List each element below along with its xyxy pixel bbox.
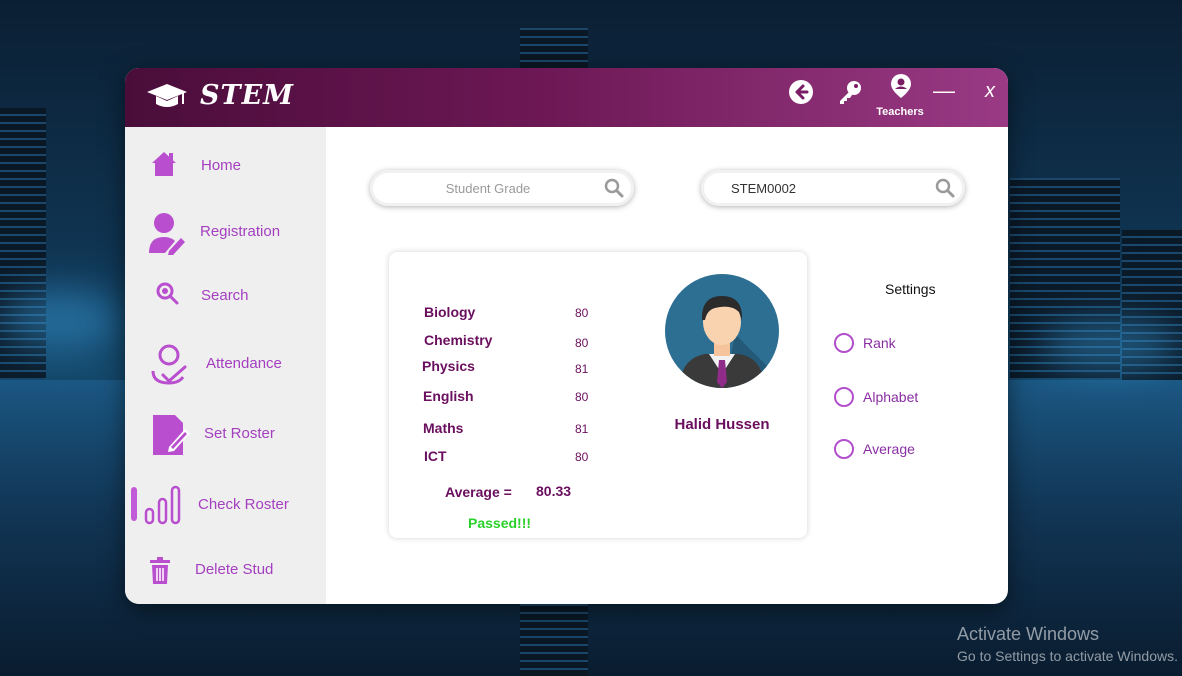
subject-name: Biology xyxy=(424,304,476,320)
trash-icon xyxy=(150,557,170,584)
watermark-subtitle: Go to Settings to activate Windows. xyxy=(957,648,1178,664)
student-grades-card: Biology 80 Chemistry 80 Physics 81 Engli… xyxy=(389,252,807,538)
user-role-label: Teachers xyxy=(876,106,924,118)
edit-document-icon xyxy=(153,415,190,455)
subject-score: 81 xyxy=(575,362,589,376)
sidebar-item-registration[interactable]: Registration xyxy=(125,209,326,265)
average-value: 80.33 xyxy=(536,483,572,499)
grade-search-box xyxy=(370,170,634,206)
app-window: STEM Teachers — x Home Registration Sear… xyxy=(125,68,1008,604)
close-button[interactable]: x xyxy=(980,80,1000,103)
sidebar-item-search[interactable]: Search xyxy=(125,277,326,333)
sidebar-item-set-roster[interactable]: Set Roster xyxy=(125,411,326,467)
user-pin-icon[interactable] xyxy=(887,72,915,100)
active-indicator xyxy=(131,487,137,521)
sidebar-item-label: Home xyxy=(201,157,242,174)
background-light xyxy=(1040,320,1180,370)
subject-name: English xyxy=(423,388,474,404)
grade-search-input[interactable] xyxy=(390,176,586,200)
subject-score: 80 xyxy=(575,306,589,320)
title-bar: STEM Teachers — x xyxy=(125,68,1008,127)
key-icon[interactable] xyxy=(836,78,864,106)
radio-label: Rank xyxy=(863,335,896,351)
sidebar: Home Registration Search Attendance Set … xyxy=(125,127,326,604)
subject-name: ICT xyxy=(424,448,447,464)
watermark-title: Activate Windows xyxy=(957,624,1100,644)
sidebar-item-label: Registration xyxy=(200,223,281,240)
graduation-cap-icon xyxy=(147,84,187,107)
user-edit-icon xyxy=(149,213,185,255)
settings-title: Settings xyxy=(885,281,936,297)
subject-name: Physics xyxy=(422,358,475,374)
back-arrow-icon[interactable] xyxy=(787,78,815,106)
radio-label: Average xyxy=(863,441,915,457)
subject-name: Maths xyxy=(423,420,464,436)
sidebar-item-home[interactable]: Home xyxy=(125,147,326,203)
search-icon[interactable] xyxy=(935,178,955,198)
search-icon[interactable] xyxy=(604,178,624,198)
sidebar-item-label: Delete Stud xyxy=(195,561,274,578)
radio-label: Alphabet xyxy=(863,389,919,405)
student-id-input[interactable] xyxy=(731,176,931,200)
attendance-icon xyxy=(151,344,187,385)
bar-chart-icon xyxy=(144,485,181,525)
pass-status: Passed!!! xyxy=(468,515,532,531)
minimize-button[interactable]: — xyxy=(933,78,955,104)
student-avatar xyxy=(665,274,779,388)
subject-score: 80 xyxy=(575,390,589,404)
subject-score: 80 xyxy=(575,450,589,464)
sidebar-item-label: Search xyxy=(201,287,249,304)
sidebar-item-attendance[interactable]: Attendance xyxy=(125,341,326,397)
background-building xyxy=(520,604,588,676)
background-light xyxy=(0,290,120,350)
sidebar-item-delete-student[interactable]: Delete Stud xyxy=(125,555,326,604)
subject-score: 81 xyxy=(575,422,589,436)
subject-name: Chemistry xyxy=(424,332,493,348)
subject-score: 80 xyxy=(575,336,589,350)
home-icon xyxy=(152,152,176,176)
radio-button[interactable] xyxy=(834,439,854,459)
student-id-search-box xyxy=(701,170,965,206)
background-building xyxy=(520,28,588,68)
search-icon xyxy=(156,282,179,305)
student-name: Halid Hussen xyxy=(674,416,770,433)
activation-watermark: Activate Windows Go to Settings to activ… xyxy=(957,624,1178,664)
sidebar-item-check-roster[interactable]: Check Roster xyxy=(125,485,326,543)
sidebar-item-label: Check Roster xyxy=(198,496,289,513)
sidebar-item-label: Attendance xyxy=(206,355,282,372)
average-label: Average = xyxy=(445,484,512,500)
radio-button[interactable] xyxy=(834,387,854,407)
app-title: STEM xyxy=(200,80,295,111)
radio-button[interactable] xyxy=(834,333,854,353)
sidebar-item-label: Set Roster xyxy=(204,425,275,442)
